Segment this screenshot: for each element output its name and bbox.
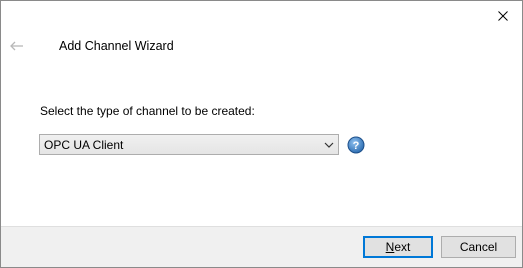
close-button[interactable]	[492, 5, 514, 27]
channel-type-prompt: Select the type of channel to be created…	[40, 104, 255, 118]
wizard-window: Add Channel Wizard Select the type of ch…	[0, 0, 523, 268]
chevron-down-icon	[324, 142, 334, 148]
cancel-button[interactable]: Cancel	[441, 236, 516, 258]
help-button[interactable]: ?	[347, 136, 365, 154]
next-button-accelerator: N	[385, 240, 395, 254]
next-button-label: ext	[394, 240, 411, 254]
channel-type-selected-value: OPC UA Client	[44, 137, 124, 152]
next-button[interactable]: Next	[363, 236, 433, 258]
help-icon: ?	[347, 136, 365, 154]
back-arrow-icon	[10, 41, 23, 51]
svg-text:?: ?	[353, 140, 360, 152]
close-icon	[498, 11, 508, 21]
dropdown-toggle[interactable]	[320, 135, 338, 154]
dialog-title: Add Channel Wizard	[59, 39, 174, 53]
button-bar: Next Cancel	[1, 226, 522, 267]
back-button[interactable]	[7, 37, 27, 55]
channel-type-dropdown[interactable]: OPC UA Client	[39, 134, 339, 155]
